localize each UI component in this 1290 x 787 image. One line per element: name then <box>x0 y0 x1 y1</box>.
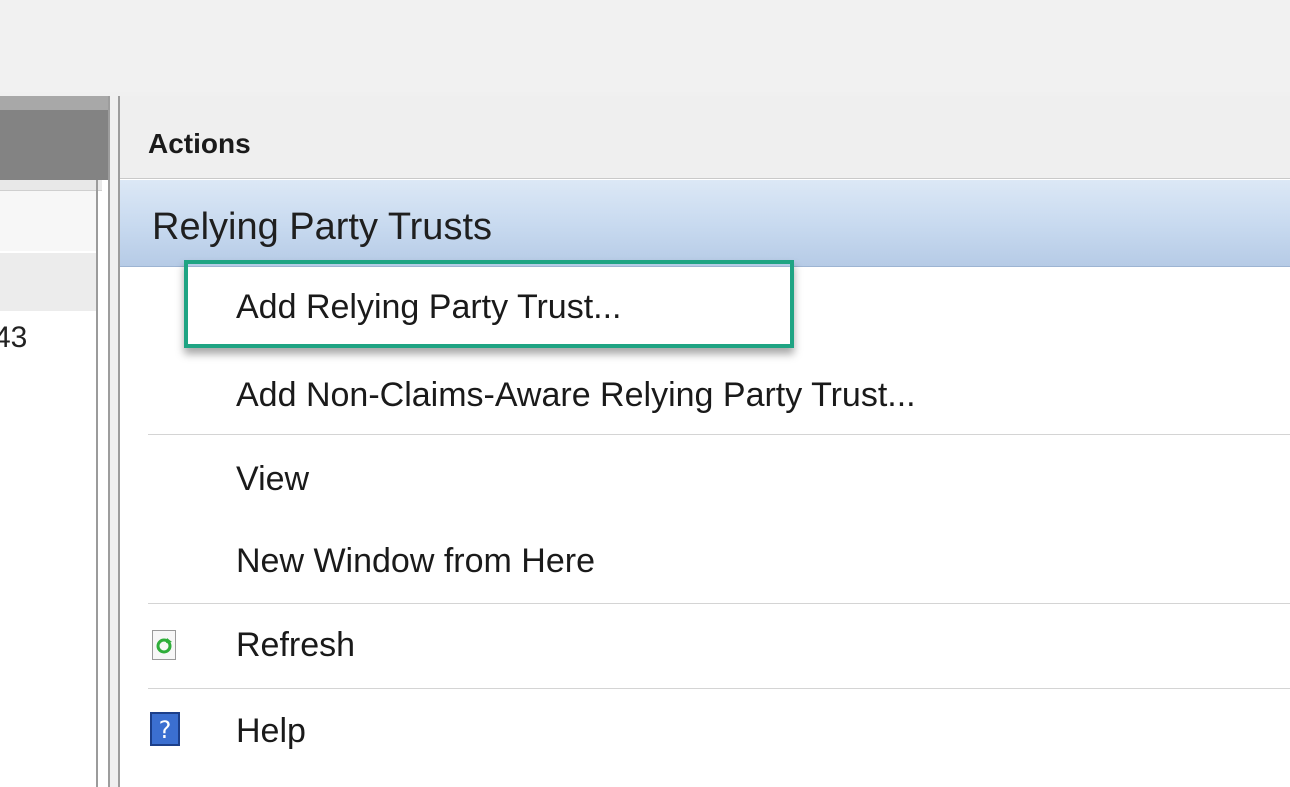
help-icon: ? <box>150 712 180 746</box>
center-pane: 43 <box>0 96 110 787</box>
action-new-window-from-here[interactable]: New Window from Here <box>120 522 1290 602</box>
list-cell-value: 43 <box>0 321 28 354</box>
actions-title: Actions <box>148 128 251 159</box>
action-add-non-claims-aware-relying-party-trust[interactable]: Add Non-Claims-Aware Relying Party Trust… <box>120 356 1290 436</box>
list-row[interactable] <box>0 253 96 311</box>
pane-scroll-edge <box>96 180 98 787</box>
action-label: Add Non-Claims-Aware Relying Party Trust… <box>236 376 916 414</box>
action-label: Refresh <box>236 626 356 664</box>
center-pane-header <box>0 96 108 180</box>
action-refresh[interactable]: Refresh <box>120 606 1290 686</box>
actions-pane: Actions Relying Party Trusts Add Relying… <box>118 96 1290 787</box>
mmc-window: 43 Actions Relying Party Trusts Add Rely… <box>0 0 1290 787</box>
action-label: New Window from Here <box>236 542 595 580</box>
section-header-relying-party-trusts[interactable]: Relying Party Trusts <box>120 180 1290 267</box>
column-header-bar <box>0 180 102 191</box>
svg-text:?: ? <box>159 716 172 744</box>
section-title: Relying Party Trusts <box>152 206 492 248</box>
highlight-box <box>184 260 794 348</box>
action-view[interactable]: View <box>120 440 1290 520</box>
action-label: Help <box>236 712 306 750</box>
toolbar-strip <box>0 0 1290 92</box>
divider <box>148 603 1290 604</box>
list-row[interactable] <box>0 191 96 251</box>
divider <box>148 688 1290 689</box>
center-pane-header-shade <box>0 96 108 110</box>
actions-pane-header: Actions <box>120 96 1290 179</box>
refresh-icon <box>152 630 176 660</box>
divider <box>148 434 1290 435</box>
action-help[interactable]: ? Help <box>120 692 1290 772</box>
action-label: View <box>236 460 310 498</box>
